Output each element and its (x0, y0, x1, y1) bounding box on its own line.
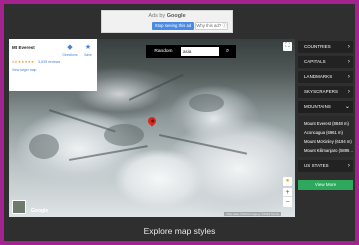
place-rating: 4.8 ★★★★★ 3,639 reviews (12, 60, 60, 64)
category-us-states[interactable]: US STATES › (298, 160, 353, 172)
directions-label: Directions (62, 53, 78, 57)
mountain-item[interactable]: Mount Kilimanjaro (5895 ... (298, 146, 353, 155)
save-label: Save (84, 53, 92, 57)
mountain-item[interactable]: Mount Everest (8848 m) (298, 119, 353, 128)
save-button[interactable]: ★ Save (79, 44, 97, 57)
chevron-right-icon: › (347, 163, 350, 169)
mountain-item[interactable]: Mount McKinley (6194 m) (298, 137, 353, 146)
map-pin-icon[interactable] (146, 115, 158, 127)
chevron-right-icon: › (347, 74, 350, 80)
search-icon: ⌕ (225, 48, 230, 54)
map-shadow (189, 94, 224, 112)
fullscreen-button[interactable]: ⛶ (283, 42, 292, 51)
map-ridge (158, 134, 248, 155)
view-larger-map-link[interactable]: View larger map (12, 68, 36, 72)
mountain-item[interactable]: Aconcagua (6961 m) (298, 128, 353, 137)
chevron-right-icon: › (347, 59, 350, 65)
reviews-link[interactable]: 3,639 reviews (38, 60, 60, 64)
category-capitals[interactable]: CAPITALS › (298, 56, 353, 68)
map-shadow (29, 134, 59, 159)
category-label: US STATES (304, 163, 329, 168)
map-search-bar: Random ⌕ (146, 45, 236, 58)
chevron-right-icon: › (347, 44, 350, 50)
star-icon: ★ (84, 44, 92, 51)
zoom-in-button[interactable]: + (283, 188, 292, 197)
random-button[interactable]: Random (149, 47, 178, 56)
place-name: Mt Everest (12, 45, 35, 50)
map-shadow (104, 124, 144, 146)
category-skyscrapers[interactable]: SKYSCRAPERS › (298, 86, 353, 98)
ad-banner: Ads by Google Stop seeing this ad Why th… (101, 10, 233, 33)
mountains-list: Mount Everest (8848 m) Aconcagua (6961 m… (298, 116, 353, 157)
category-landmarks[interactable]: LANDMARKS › (298, 71, 353, 83)
category-label: COUNTRIES (304, 44, 331, 49)
search-button[interactable]: ⌕ (221, 47, 234, 56)
ad-prefix: Ads by (148, 13, 166, 19)
map-ridge (128, 73, 184, 101)
directions-button[interactable]: ◆ Directions (61, 44, 79, 57)
caption-text: Explore map styles (143, 226, 216, 236)
zoom-control: + − (283, 188, 292, 207)
category-sidebar: COUNTRIES › CAPITALS › LANDMARKS › SKYSC… (298, 41, 353, 175)
category-countries[interactable]: COUNTRIES › (298, 41, 353, 53)
category-mountains[interactable]: MOUNTAINS ⌄ (298, 101, 353, 113)
why-this-ad-button[interactable]: Why this ad? ⓘ (195, 22, 228, 30)
stop-seeing-ad-button[interactable]: Stop seeing this ad (152, 22, 194, 30)
zoom-out-button[interactable]: − (283, 198, 292, 207)
place-info-card: Mt Everest 4.8 ★★★★★ 3,639 reviews View … (9, 39, 97, 91)
street-view-button[interactable]: ● (283, 177, 292, 186)
category-label: CAPITALS (304, 59, 326, 64)
ad-brand: Google (166, 13, 186, 19)
satellite-map[interactable]: Mt Everest 4.8 ★★★★★ 3,639 reviews View … (9, 39, 295, 217)
map-ridge (68, 145, 148, 161)
category-label: MOUNTAINS (304, 104, 331, 109)
fullscreen-icon: ⛶ (285, 43, 290, 49)
map-type-toggle[interactable] (12, 200, 26, 214)
directions-icon: ◆ (67, 44, 73, 51)
view-more-button[interactable]: View More (298, 180, 353, 190)
category-label: LANDMARKS (304, 74, 333, 79)
chevron-right-icon: › (347, 89, 350, 95)
map-attribution[interactable]: Map data ©2024 Imagery ©2024 Terms (224, 212, 281, 216)
rating-stars: 4.8 ★★★★★ (12, 60, 35, 64)
ad-title: Ads by Google (102, 13, 232, 19)
map-logo: Google (31, 208, 49, 214)
chevron-down-icon: ⌄ (344, 104, 350, 110)
pegman-icon: ● (285, 178, 290, 184)
location-search-input[interactable] (181, 47, 219, 56)
category-label: SKYSCRAPERS (304, 89, 339, 94)
